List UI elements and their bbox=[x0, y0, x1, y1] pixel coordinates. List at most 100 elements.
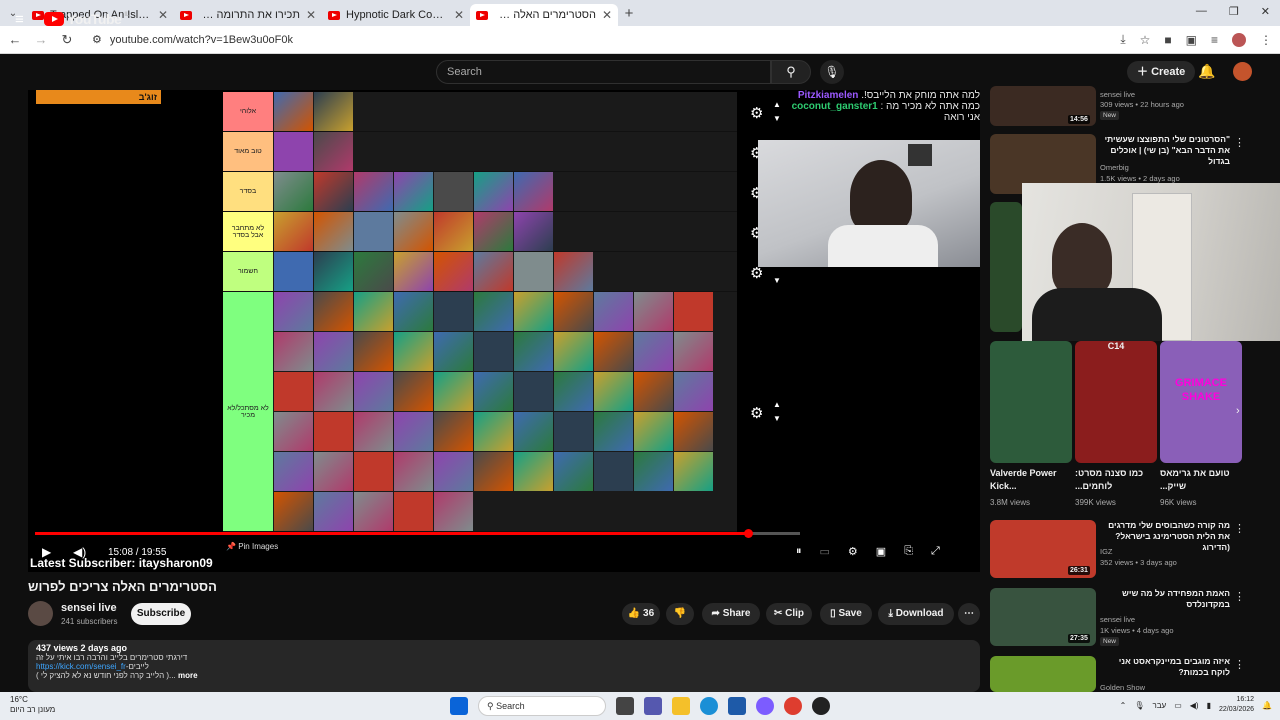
volume-tray-icon[interactable]: ◀) bbox=[1190, 701, 1199, 710]
streamer-avatar[interactable] bbox=[553, 452, 593, 491]
streamer-avatar[interactable] bbox=[353, 252, 393, 291]
clip-button[interactable]: ✂ Clip bbox=[766, 603, 812, 625]
streamer-avatar[interactable] bbox=[273, 212, 313, 251]
close-tab-icon[interactable]: ✕ bbox=[454, 8, 464, 22]
streamer-avatar[interactable] bbox=[513, 332, 553, 371]
taskbar-search[interactable]: ⚲ Search bbox=[478, 696, 606, 716]
chevron-down-icon[interactable]: ▼ bbox=[773, 276, 781, 285]
more-options-icon[interactable]: ⋮ bbox=[1234, 136, 1245, 149]
streamer-avatar[interactable] bbox=[433, 172, 473, 211]
streamer-avatar[interactable] bbox=[513, 212, 553, 251]
streamer-avatar[interactable] bbox=[433, 492, 473, 531]
streamer-avatar[interactable] bbox=[593, 292, 633, 331]
language-indicator[interactable]: עבר bbox=[1152, 701, 1166, 710]
install-icon[interactable]: ⤓ bbox=[1120, 32, 1125, 47]
teams-icon[interactable] bbox=[644, 697, 662, 715]
description-box[interactable]: 437 views 2 days ago דירגתי סטרימרים בלי… bbox=[28, 640, 980, 692]
miniplayer-icon[interactable]: ▣ bbox=[876, 545, 886, 558]
media-icon[interactable]: ≡ bbox=[1211, 33, 1218, 47]
windows-start-icon[interactable] bbox=[450, 697, 468, 715]
streamer-avatar[interactable] bbox=[513, 292, 553, 331]
profile-avatar[interactable] bbox=[1232, 32, 1246, 47]
streamer-avatar[interactable] bbox=[633, 452, 673, 491]
channel-name[interactable]: sensei live bbox=[61, 602, 117, 614]
streamer-avatar[interactable] bbox=[273, 292, 313, 331]
streamer-avatar[interactable] bbox=[473, 452, 513, 491]
close-tab-icon[interactable]: ✕ bbox=[158, 8, 168, 22]
chevron-down-icon[interactable]: ▼ bbox=[773, 414, 781, 423]
recommended-video[interactable]: איזה מוגבים במיינקראסט אני לוקח בכמות? G… bbox=[990, 656, 1250, 692]
streamer-avatar[interactable] bbox=[313, 252, 353, 291]
reload-icon[interactable]: ↻ bbox=[60, 32, 74, 48]
streamer-avatar[interactable] bbox=[553, 292, 593, 331]
microphone-tray-icon[interactable]: 🎙 bbox=[1134, 701, 1144, 710]
download-button[interactable]: ⤓ Download bbox=[878, 603, 954, 625]
pause-toggle-icon[interactable]: ⏸ bbox=[796, 545, 802, 558]
streamer-avatar[interactable] bbox=[393, 452, 433, 491]
search-button[interactable]: ⚲ bbox=[771, 60, 811, 84]
subscribe-button[interactable]: Subscribe bbox=[131, 603, 191, 625]
bookmark-star-icon[interactable]: ☆ bbox=[1140, 33, 1151, 47]
streamer-avatar[interactable] bbox=[273, 492, 313, 531]
short-title[interactable]: טועם את גרימאס שייק... bbox=[1160, 467, 1234, 493]
user-avatar[interactable] bbox=[1233, 62, 1252, 81]
streamer-avatar[interactable] bbox=[273, 252, 313, 291]
partial-thumbnails[interactable] bbox=[990, 202, 1022, 332]
streamer-avatar[interactable] bbox=[393, 292, 433, 331]
streamer-avatar[interactable] bbox=[353, 212, 393, 251]
streamer-avatar[interactable] bbox=[673, 372, 713, 411]
captions-icon[interactable]: ▭ bbox=[820, 545, 830, 558]
streamer-avatar[interactable] bbox=[473, 412, 513, 451]
streamer-avatar[interactable] bbox=[593, 412, 633, 451]
streamer-avatar[interactable] bbox=[273, 132, 313, 171]
streamer-avatar[interactable] bbox=[313, 172, 353, 211]
streamer-avatar[interactable] bbox=[673, 292, 713, 331]
video-player[interactable]: זוג'ב אלוהי טוב מאוד בסדר לא מתחבר אבל בסדר… bbox=[28, 90, 980, 572]
clock[interactable]: 16:12 22/03/2026 bbox=[1219, 695, 1254, 715]
menu-dots-icon[interactable]: ⋮ bbox=[1260, 33, 1272, 47]
cast-icon[interactable]: ⎘ bbox=[904, 545, 913, 558]
store-icon[interactable] bbox=[728, 697, 746, 715]
more-actions-button[interactable]: ⋯ bbox=[958, 603, 980, 625]
streamer-avatar[interactable] bbox=[433, 332, 473, 371]
streamer-avatar[interactable] bbox=[513, 452, 553, 491]
battery-icon[interactable]: ▮ bbox=[1207, 701, 1211, 710]
discord-icon[interactable] bbox=[756, 697, 774, 715]
close-window-icon[interactable]: ✕ bbox=[1261, 5, 1270, 18]
streamer-avatar[interactable] bbox=[313, 132, 353, 171]
description-link[interactable]: https://kick.com/sensei_fr bbox=[36, 662, 126, 671]
youtube-logo[interactable]: YouTube IL bbox=[44, 11, 129, 27]
streamer-avatar[interactable] bbox=[313, 92, 353, 131]
browser-tab-3[interactable]: Hypnotic Dark Code | Futuristic ✕ bbox=[322, 4, 470, 26]
browser-tab-2[interactable]: תכירו את התרומה המושלמת ✕ bbox=[174, 4, 322, 26]
share-button[interactable]: ➦ Share bbox=[702, 603, 760, 625]
more-options-icon[interactable]: ⋮ bbox=[1234, 522, 1245, 535]
site-info-icon[interactable]: ⚙ bbox=[92, 33, 102, 46]
extensions-puzzle-icon[interactable]: ▣ bbox=[1186, 33, 1197, 47]
streamer-avatar[interactable] bbox=[393, 252, 433, 291]
settings-icon[interactable]: ⚙ bbox=[848, 545, 858, 558]
streamer-avatar[interactable] bbox=[393, 372, 433, 411]
streamer-avatar[interactable] bbox=[273, 172, 313, 211]
browser-tab-4[interactable]: הסטרימרים האלה צריכים לפרוש ✕ bbox=[470, 4, 618, 26]
streamer-avatar[interactable] bbox=[353, 172, 393, 211]
network-icon[interactable]: ▭ bbox=[1174, 701, 1182, 710]
streamer-avatar[interactable] bbox=[393, 492, 433, 531]
streamer-avatar[interactable] bbox=[473, 372, 513, 411]
streamer-avatar[interactable] bbox=[273, 372, 313, 411]
streamer-avatar[interactable] bbox=[313, 292, 353, 331]
streamer-avatar[interactable] bbox=[553, 252, 593, 291]
progress-scrubber[interactable] bbox=[743, 529, 753, 538]
close-tab-icon[interactable]: ✕ bbox=[306, 8, 316, 22]
dislike-button[interactable]: 👎 bbox=[666, 603, 694, 625]
streamer-avatar[interactable] bbox=[633, 412, 673, 451]
streamer-avatar[interactable] bbox=[673, 412, 713, 451]
streamer-avatar[interactable] bbox=[553, 372, 593, 411]
streamer-avatar[interactable] bbox=[353, 452, 393, 491]
chrome-icon[interactable] bbox=[784, 697, 802, 715]
streamer-avatar[interactable] bbox=[313, 492, 353, 531]
streamer-avatar[interactable] bbox=[593, 452, 633, 491]
streamer-avatar[interactable] bbox=[633, 292, 673, 331]
create-button[interactable]: ＋ Create bbox=[1127, 61, 1196, 83]
weather-widget[interactable]: 16°C מעונן רב היום bbox=[10, 695, 55, 715]
